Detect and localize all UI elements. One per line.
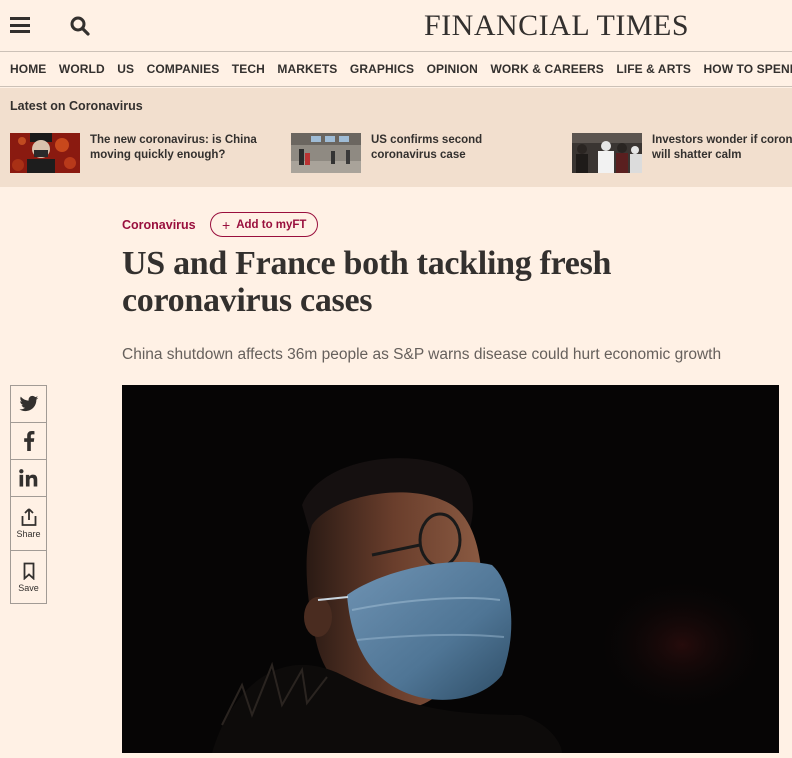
facebook-share-button[interactable] (10, 422, 47, 459)
share-button[interactable]: Share (10, 496, 47, 550)
nav-item-world[interactable]: WORLD (59, 62, 105, 76)
story-thumbnail-image[interactable] (10, 133, 80, 173)
save-button[interactable]: Save (10, 550, 47, 604)
nav-item-markets[interactable]: MARKETS (277, 62, 337, 76)
plus-icon: + (222, 216, 231, 233)
bookmark-icon (23, 562, 34, 580)
share-icon (21, 508, 36, 526)
story-thumbnail-image[interactable] (572, 133, 642, 173)
topic-tag[interactable]: Coronavirus (122, 218, 196, 232)
add-to-myft-label: Add to myFT (236, 218, 307, 231)
linkedin-share-button[interactable] (10, 459, 47, 496)
latest-story-card[interactable]: The new coronavirus: is China moving qui… (10, 133, 270, 173)
article-hero-image (122, 385, 779, 753)
add-to-myft-button[interactable]: + Add to myFT (210, 212, 319, 237)
latest-story-headline[interactable]: Investors wonder if coronavirus will sha… (652, 133, 792, 173)
latest-story-card[interactable]: US confirms second coronavirus case (291, 133, 551, 173)
article-headline: US and France both tackling fresh corona… (122, 245, 612, 319)
article-standfirst: China shutdown affects 36m people as S&P… (122, 346, 722, 363)
story-thumbnail-image[interactable] (291, 133, 361, 173)
latest-story-headline[interactable]: The new coronavirus: is China moving qui… (90, 133, 270, 173)
twitter-icon (19, 395, 38, 412)
nav-item-opinion[interactable]: OPINION (427, 62, 478, 76)
search-icon[interactable] (68, 14, 92, 38)
article-area: Coronavirus + Add to myFT US and France … (0, 187, 792, 758)
latest-story-headline[interactable]: US confirms second coronavirus case (371, 133, 551, 173)
nav-item-companies[interactable]: COMPANIES (147, 62, 220, 76)
ft-logo[interactable]: FINANCIAL TIMES (424, 9, 689, 43)
save-label: Save (18, 582, 39, 593)
nav-item-graphics[interactable]: GRAPHICS (350, 62, 414, 76)
twitter-share-button[interactable] (10, 385, 47, 422)
latest-stories-strip: Latest on Coronavirus The new coronaviru… (0, 88, 792, 187)
latest-stories-title[interactable]: Latest on Coronavirus (10, 99, 143, 113)
linkedin-icon (18, 469, 37, 487)
nav-item-work-careers[interactable]: WORK & CAREERS (490, 62, 603, 76)
nav-item-home[interactable]: HOME (10, 62, 46, 76)
nav-item-us[interactable]: US (117, 62, 134, 76)
main-navigation: HOME WORLD US COMPANIES TECH MARKETS GRA… (0, 52, 792, 87)
nav-item-tech[interactable]: TECH (232, 62, 265, 76)
latest-story-card[interactable]: Investors wonder if coronavirus will sha… (572, 133, 792, 173)
nav-item-how-to-spend-it[interactable]: HOW TO SPEND IT (704, 62, 792, 76)
hamburger-menu-icon[interactable] (10, 17, 30, 33)
top-bar: FINANCIAL TIMES (0, 0, 792, 52)
nav-item-life-arts[interactable]: LIFE & ARTS (616, 62, 691, 76)
share-label: Share (16, 529, 41, 539)
share-toolbar: Share Save (10, 385, 47, 604)
facebook-icon (23, 431, 34, 451)
